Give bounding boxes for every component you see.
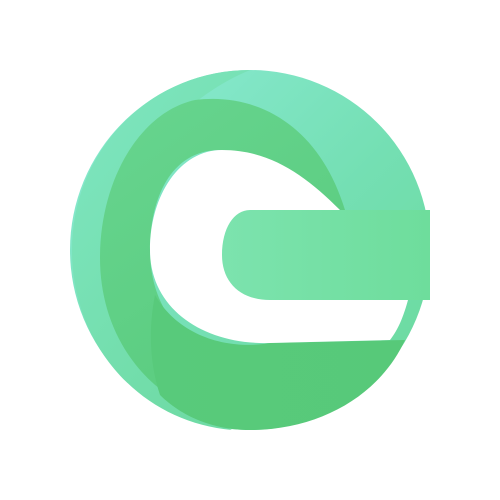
horizontal-bar [222,210,430,300]
letter-e-swirl-logo-icon [70,70,430,430]
logo-canvas [0,0,500,500]
